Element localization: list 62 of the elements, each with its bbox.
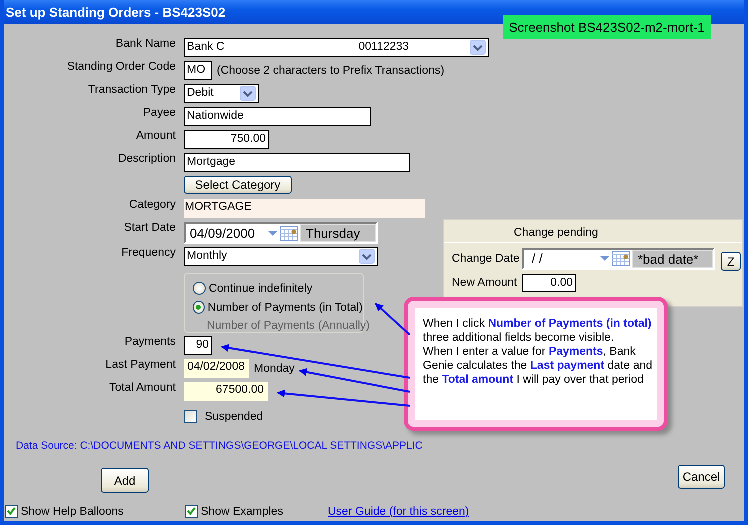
dropdown-arrow-icon xyxy=(600,256,610,261)
add-button[interactable]: Add xyxy=(101,468,149,493)
hint-text: (Choose 2 characters to Prefix Transactions) xyxy=(217,64,445,76)
field-label: Total Amount xyxy=(110,382,176,394)
user-guide-link[interactable]: User Guide (for this screen) xyxy=(328,506,470,518)
field-label: Transaction Type xyxy=(88,84,176,96)
calendar-icon xyxy=(280,226,298,240)
text-field[interactable]: 0.00 xyxy=(522,274,576,292)
radio-button[interactable] xyxy=(193,301,205,314)
text-field[interactable]: Nationwide xyxy=(184,107,371,126)
field-label: Standing Order Code xyxy=(67,61,176,73)
radio-button[interactable] xyxy=(193,282,206,295)
cancel-button[interactable]: Cancel xyxy=(678,465,725,489)
date-picker[interactable]: / / *bad date* xyxy=(522,248,715,270)
checkbox-label[interactable]: Show Help Balloons xyxy=(21,506,124,518)
checkbox[interactable] xyxy=(5,505,18,518)
calendar-icon xyxy=(612,251,630,266)
field-label: New Amount xyxy=(452,277,518,289)
dropdown[interactable]: Bank C 00112233 xyxy=(184,38,489,57)
balloon-text: When I click Number of Payments (in total) three additional fields become visible. xyxy=(423,317,653,345)
field-label: Amount xyxy=(136,130,176,142)
checkbox-label[interactable]: Suspended xyxy=(205,410,264,422)
dropdown[interactable]: Monthly xyxy=(184,247,378,266)
field-label: Description xyxy=(118,153,176,165)
text-field[interactable]: Mortgage xyxy=(184,153,410,172)
field-label: Frequency xyxy=(122,247,176,259)
balloon-text: When I enter a value for Payments, Bank Genie calculates the Last payment date and the Total amount I will pay over that period xyxy=(423,345,653,387)
text-field[interactable]: 90 xyxy=(184,336,212,355)
data-source-path: Data Source: C:\DOCUMENTS AND SETTINGS\GEORGE\LOCAL SETTINGS\APPLIC xyxy=(15,440,423,452)
faded-label: Number of Payments (Annually) xyxy=(206,319,370,333)
category-field: MORTGAGE xyxy=(184,199,425,218)
window-title: Set up Standing Orders - BS423S02 xyxy=(6,4,226,20)
field-label: Payments xyxy=(124,336,176,348)
chevron-icon xyxy=(359,249,375,264)
select-category-button[interactable]: Select Category xyxy=(184,176,292,194)
calculated-field: 04/02/2008 xyxy=(184,359,249,378)
checkbox[interactable] xyxy=(185,505,198,518)
day-label: Monday xyxy=(254,362,295,374)
field-label: Category xyxy=(129,199,176,211)
chevron-icon xyxy=(470,40,486,55)
dropdown-arrow-icon xyxy=(268,230,278,236)
text-field[interactable]: MO xyxy=(184,61,212,80)
dropdown[interactable]: Debit xyxy=(184,84,259,103)
chevron-icon xyxy=(240,86,256,101)
text-field[interactable]: 750.00 xyxy=(184,130,269,149)
pointer-arrow xyxy=(375,303,411,336)
day-label: Thursday xyxy=(300,224,376,242)
field-label: Payee xyxy=(143,107,176,119)
screenshot-tag: Screenshot BS423S02-m2-mort-1 xyxy=(503,15,711,39)
checkbox-label[interactable]: Show Examples xyxy=(201,506,284,518)
date-picker[interactable]: 04/09/2000 Thursday xyxy=(184,222,378,244)
calculated-field: 67500.00 xyxy=(184,382,268,401)
z-button[interactable]: Z xyxy=(721,252,741,271)
date-status: *bad date* xyxy=(632,250,713,268)
option-label[interactable]: Number of Payments (in Total) xyxy=(208,302,363,314)
checkbox[interactable] xyxy=(184,410,197,423)
field-label: Change Date xyxy=(452,252,521,264)
field-label: Start Date xyxy=(124,222,176,234)
field-label: Last Payment xyxy=(106,359,176,371)
option-label[interactable]: Continue indefinitely xyxy=(209,282,313,294)
panel-title: Change pending xyxy=(444,220,742,243)
field-label: Bank Name xyxy=(116,38,176,50)
